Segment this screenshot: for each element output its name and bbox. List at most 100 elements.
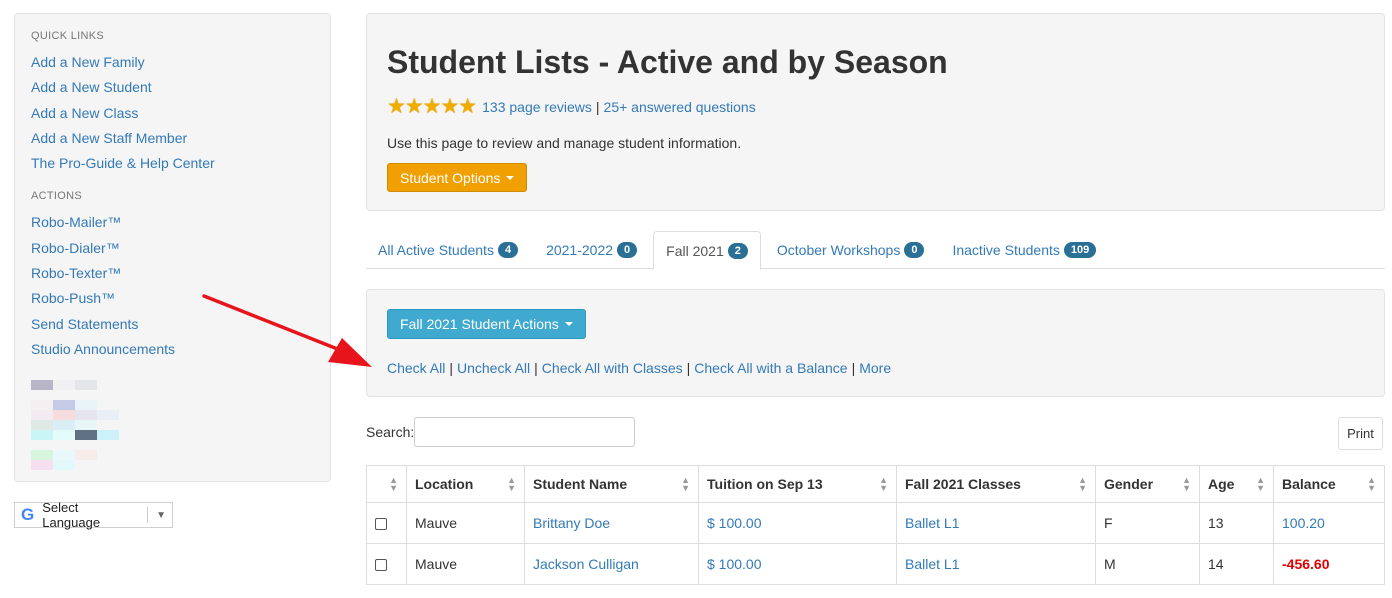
uncheck-all-link[interactable]: Uncheck All: [457, 360, 530, 376]
column-header-balance[interactable]: Balance ▲ ▼: [1273, 465, 1385, 503]
sidebar: QUICK LINKS Add a New Family Add a New S…: [14, 13, 331, 482]
student-options-label: Student Options: [400, 169, 501, 186]
link-robo-mailer[interactable]: Robo-Mailer™: [31, 214, 121, 230]
tab-2021-2022[interactable]: 2021-2022 0: [534, 231, 649, 269]
link-robo-dialer[interactable]: Robo-Dialer™: [31, 240, 120, 256]
header-panel: Student Lists - Active and by Season ★★★…: [366, 13, 1385, 211]
student-name-link[interactable]: Brittany Doe: [533, 515, 610, 531]
table-row: Mauve Jackson Culligan $ 100.00 Ballet L…: [366, 543, 1385, 585]
class-link[interactable]: Ballet L1: [905, 515, 959, 531]
separator: |: [449, 360, 453, 376]
student-actions-panel: Fall 2021 Student Actions Check All | Unch…: [366, 289, 1385, 397]
count-badge: 4: [497, 242, 519, 258]
link-robo-texter[interactable]: Robo-Texter™: [31, 265, 121, 281]
column-header-student-name[interactable]: Student Name ▲ ▼: [524, 465, 699, 503]
tab-label: 2021-2022: [546, 242, 614, 258]
language-selector[interactable]: G Select Language ▼: [14, 500, 173, 530]
more-link[interactable]: More: [859, 360, 891, 376]
separator: |: [851, 360, 856, 376]
table-header-row: ▲ ▼ Location ▲ ▼ Student Name ▲ ▼ Tuition on …: [366, 465, 1385, 503]
caret-down-icon: [564, 322, 573, 326]
cell-location: Mauve: [406, 543, 525, 585]
tab-all-active[interactable]: All Active Students 4: [366, 231, 530, 269]
sort-icon: ▲ ▼: [879, 475, 888, 493]
count-badge: 109: [1063, 242, 1097, 258]
search-input[interactable]: [414, 417, 635, 447]
students-table: ▲ ▼ Location ▲ ▼ Student Name ▲ ▼ Tuition on …: [366, 465, 1385, 585]
language-divider: [147, 507, 149, 523]
google-logo: G: [21, 505, 35, 524]
table-row: Mauve Brittany Doe $ 100.00 Ballet L1 F …: [366, 502, 1385, 544]
page-title: Student Lists - Active and by Season: [387, 44, 948, 80]
language-label: Select Language: [42, 500, 101, 530]
count-badge: 0: [617, 242, 638, 258]
student-actions-label: Fall 2021 Student Actions: [400, 316, 559, 332]
column-header-select[interactable]: ▲ ▼: [366, 465, 407, 503]
link-add-student[interactable]: Add a New Student: [31, 79, 152, 95]
class-link[interactable]: Ballet L1: [905, 556, 959, 572]
cell-age: 14: [1199, 543, 1274, 585]
link-add-staff[interactable]: Add a New Staff Member: [31, 130, 187, 146]
season-tabs: All Active Students 4 2021-2022 0 Fall 2…: [366, 231, 1385, 270]
caret-down-icon: [506, 175, 515, 180]
print-button[interactable]: Print: [1338, 417, 1383, 450]
search-label: Search:: [366, 424, 415, 440]
fall-2021-student-actions-button[interactable]: Fall 2021 Student Actions: [387, 309, 586, 339]
cell-age: 13: [1199, 502, 1274, 544]
quick-links-list: Add a New Family Add a New Student Add a…: [31, 50, 314, 176]
tuition-link[interactable]: $ 100.00: [707, 556, 762, 572]
tab-inactive-students[interactable]: Inactive Students 109: [940, 231, 1108, 269]
column-header-classes[interactable]: Fall 2021 Classes ▲ ▼: [896, 465, 1096, 503]
row-checkbox[interactable]: [375, 559, 387, 572]
actions-heading: ACTIONS: [31, 190, 82, 203]
tuition-link[interactable]: $ 100.00: [707, 515, 762, 531]
link-send-statements[interactable]: Send Statements: [31, 316, 138, 332]
sort-icon: ▲ ▼: [1256, 475, 1265, 493]
cell-gender: F: [1095, 502, 1200, 544]
tab-fall-2021[interactable]: Fall 2021 2: [653, 231, 761, 270]
link-pro-guide[interactable]: The Pro-Guide & Help Center: [31, 155, 215, 171]
tab-october-workshops[interactable]: October Workshops 0: [765, 231, 937, 269]
sort-icon: ▲ ▼: [1182, 475, 1191, 493]
quick-links-heading: QUICK LINKS: [31, 30, 104, 42]
count-badge: 2: [727, 242, 748, 259]
column-header-age[interactable]: Age ▲ ▼: [1199, 465, 1274, 503]
row-checkbox[interactable]: [375, 518, 387, 531]
column-header-tuition[interactable]: Tuition on Sep 13 ▲ ▼: [698, 465, 897, 503]
rating-row: ★★★★★ 133 page reviews | 25+ answered qu…: [387, 94, 756, 119]
tab-label: All Active Students: [378, 242, 494, 258]
count-badge: 0: [904, 242, 925, 258]
link-robo-push[interactable]: Robo-Push™: [31, 290, 115, 306]
star-rating-icon: ★★★★★: [387, 95, 477, 118]
cell-location: Mauve: [406, 502, 525, 544]
chevron-down-icon: ▼: [156, 509, 166, 521]
separator: |: [595, 98, 600, 115]
student-name-link[interactable]: Jackson Culligan: [533, 556, 639, 572]
red-arrow-annotation: [202, 294, 372, 367]
check-all-link[interactable]: Check All: [387, 360, 445, 376]
check-all-with-balance-link[interactable]: Check All with a Balance: [694, 360, 847, 376]
tab-label: October Workshops: [776, 242, 901, 258]
student-options-button[interactable]: Student Options: [387, 163, 528, 192]
balance-link[interactable]: 100.20: [1282, 515, 1325, 531]
page-reviews-link[interactable]: 133 page reviews: [482, 99, 592, 115]
tab-label: Inactive Students: [952, 242, 1060, 258]
sort-icon: ▲ ▼: [1367, 475, 1376, 493]
check-all-with-classes-link[interactable]: Check All with Classes: [542, 360, 683, 376]
answered-questions-link[interactable]: 25+ answered questions: [604, 99, 756, 115]
tab-label: Fall 2021: [666, 242, 724, 259]
link-studio-announcements[interactable]: Studio Announcements: [31, 341, 175, 357]
sort-icon: ▲ ▼: [507, 475, 516, 493]
blurred-image: [31, 380, 121, 472]
link-add-family[interactable]: Add a New Family: [31, 54, 145, 70]
link-add-class[interactable]: Add a New Class: [31, 105, 138, 121]
column-header-gender[interactable]: Gender ▲ ▼: [1095, 465, 1200, 503]
cell-gender: M: [1095, 543, 1200, 585]
balance-negative-link[interactable]: -456.60: [1282, 556, 1329, 572]
sort-icon: ▲ ▼: [389, 475, 398, 493]
column-header-location[interactable]: Location ▲ ▼: [406, 465, 525, 503]
sort-icon: ▲ ▼: [1078, 475, 1087, 493]
page-description: Use this page to review and manage stude…: [387, 135, 742, 151]
separator: |: [686, 360, 691, 376]
sort-icon: ▲ ▼: [681, 475, 690, 493]
